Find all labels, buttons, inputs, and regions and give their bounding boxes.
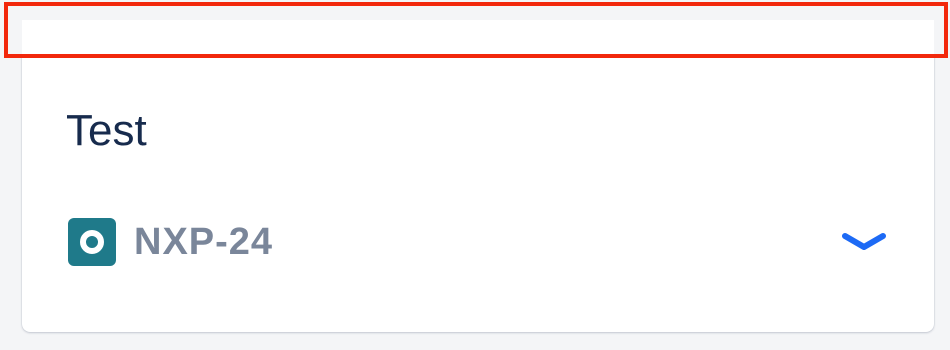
issue-card[interactable]: Test NXP-24	[22, 56, 934, 332]
issue-key[interactable]: NXP-24	[134, 221, 273, 264]
card-header-strip	[22, 20, 934, 56]
card-title: Test	[66, 106, 147, 155]
page: Test NXP-24	[0, 0, 950, 350]
issue-type-icon	[68, 218, 116, 266]
chevron-down-icon	[842, 233, 886, 250]
issue-type-icon-ring	[80, 230, 104, 254]
expand-button[interactable]	[840, 224, 888, 260]
issue-row[interactable]: NXP-24	[68, 216, 888, 268]
